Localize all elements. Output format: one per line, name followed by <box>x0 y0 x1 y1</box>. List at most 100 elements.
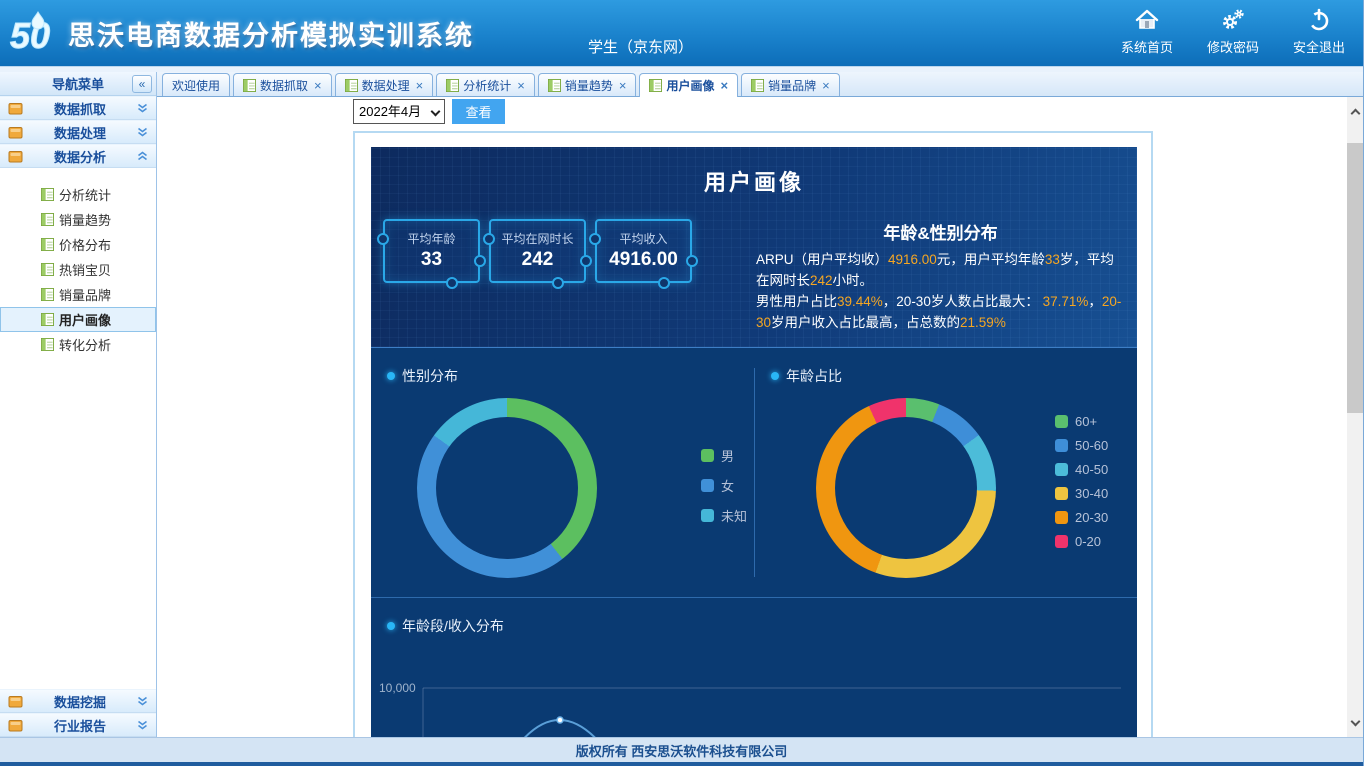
legend-item[interactable]: 未知 <box>701 506 747 525</box>
month-select[interactable]: 2022年4月 <box>353 99 445 124</box>
sidebar-spacer <box>0 367 156 689</box>
card-notch <box>552 277 564 289</box>
age-income-line-chart[interactable]: 10,000 <box>371 668 1131 737</box>
sidebar-item-sales-trend[interactable]: 销量趋势 <box>0 207 156 232</box>
sidebar-collapse-button[interactable]: « <box>132 75 152 93</box>
logout-menu-item[interactable]: 安全退出 <box>1293 6 1345 56</box>
age-chart-title: 年龄占比 <box>771 366 842 386</box>
user-profile-dashboard: 用户画像 平均年龄 33 <box>371 147 1137 737</box>
tab-close-icon[interactable]: × <box>517 79 525 92</box>
table-icon <box>41 238 54 251</box>
table-icon <box>243 79 256 92</box>
legend-item[interactable]: 50-60 <box>1055 438 1108 453</box>
sidebar-group-data-analysis[interactable]: 数据分析 <box>0 144 156 168</box>
stat-label: 平均收入 <box>597 230 690 247</box>
sidebar-item-label: 销量趋势 <box>59 210 111 229</box>
card-notch <box>377 233 389 245</box>
legend-item[interactable]: 60+ <box>1055 414 1108 429</box>
change-password-menu-label: 修改密码 <box>1207 37 1259 56</box>
sidebar-item-label: 转化分析 <box>59 335 111 354</box>
top-header: 50 思沃电商数据分析模拟实训系统 学生（京东网） 系统首页 <box>0 0 1363 66</box>
tab-label: 欢迎使用 <box>172 77 220 94</box>
folder-box-icon <box>8 101 23 116</box>
tab-data-capture[interactable]: 数据抓取 × <box>233 73 332 96</box>
legend-item[interactable]: 30-40 <box>1055 486 1108 501</box>
legend-item[interactable]: 40-50 <box>1055 462 1108 477</box>
vertical-scrollbar[interactable] <box>1347 97 1363 737</box>
table-icon <box>345 79 358 92</box>
summary-line: ARPU（用户平均收）4916.00元，用户平均年龄33岁，平均在网时长242小… <box>756 249 1125 291</box>
tab-sales-brand[interactable]: 销量品牌 × <box>741 73 840 96</box>
sidebar-group-data-mining[interactable]: 数据挖掘 <box>0 689 156 713</box>
card-notch <box>658 277 670 289</box>
sidebar-group-data-processing[interactable]: 数据处理 <box>0 120 156 144</box>
tab-analysis-stats[interactable]: 分析统计 × <box>436 73 535 96</box>
change-password-menu-item[interactable]: 修改密码 <box>1207 6 1259 56</box>
tab-close-icon[interactable]: × <box>822 79 830 92</box>
sidebar-item-price-distribution[interactable]: 价格分布 <box>0 232 156 257</box>
tab-sales-trend[interactable]: 销量趋势 × <box>538 73 637 96</box>
sidebar-group-industry-report[interactable]: 行业报告 <box>0 713 156 737</box>
chevron-double-down-icon <box>137 103 148 114</box>
stat-value: 4916.00 <box>597 249 690 271</box>
legend-swatch <box>1055 439 1068 452</box>
navigation-sidebar: 导航菜单 « 数据抓取 数据处理 数据分析 分析 <box>0 72 157 737</box>
footer: 版权所有 西安思沃软件科技有限公司 <box>0 737 1363 762</box>
table-icon <box>649 79 662 92</box>
view-button[interactable]: 查看 <box>452 99 505 124</box>
legend-swatch <box>1055 463 1068 476</box>
table-icon <box>41 313 54 326</box>
app-title: 思沃电商数据分析模拟实训系统 <box>68 14 474 53</box>
folder-box-icon <box>8 718 23 733</box>
line-point-marker <box>557 717 563 723</box>
app-logo: 50 思沃电商数据分析模拟实训系统 <box>0 6 474 60</box>
scrollbar-down-arrow[interactable] <box>1347 713 1363 733</box>
scrollbar-thumb[interactable] <box>1347 143 1363 413</box>
legend-swatch <box>1055 535 1068 548</box>
gender-donut-chart[interactable] <box>417 398 597 578</box>
card-notch <box>589 233 601 245</box>
sidebar-item-sales-brand[interactable]: 销量品牌 <box>0 282 156 307</box>
tab-close-icon[interactable]: × <box>416 79 424 92</box>
legend-swatch <box>701 509 714 522</box>
gender-chart-title: 性别分布 <box>387 366 458 386</box>
sidebar-item-hot-items[interactable]: 热销宝贝 <box>0 257 156 282</box>
chevron-double-down-icon <box>137 127 148 138</box>
sidebar-group-label: 行业报告 <box>23 716 137 735</box>
legend-item[interactable]: 0-20 <box>1055 534 1108 549</box>
legend-swatch <box>1055 415 1068 428</box>
sidebar-item-label: 热销宝贝 <box>59 260 111 279</box>
card-notch <box>580 255 592 267</box>
age-income-chart-title: 年龄段/收入分布 <box>387 616 504 636</box>
home-menu-item[interactable]: 系统首页 <box>1121 6 1173 56</box>
home-icon <box>1133 6 1161 34</box>
tab-close-icon[interactable]: × <box>314 79 322 92</box>
tab-label: 分析统计 <box>463 77 511 94</box>
legend-item[interactable]: 男 <box>701 446 747 465</box>
query-controls: 2022年4月 查看 <box>353 99 505 124</box>
stat-value: 242 <box>491 249 584 271</box>
tab-data-processing[interactable]: 数据处理 × <box>335 73 434 96</box>
legend-item[interactable]: 女 <box>701 476 747 495</box>
tab-close-icon[interactable]: × <box>720 79 728 92</box>
scrollbar-up-arrow[interactable] <box>1347 101 1363 121</box>
chevron-double-down-icon <box>137 720 148 731</box>
table-icon <box>446 79 459 92</box>
top-menu: 系统首页 修改密码 <box>1121 6 1345 56</box>
bullet-dot-icon <box>387 622 395 630</box>
sidebar-group-data-capture[interactable]: 数据抓取 <box>0 96 156 120</box>
age-chart-panel: 年龄占比 60+ 50-60 40-50 30-40 20-30 <box>755 348 1137 597</box>
tab-user-profile[interactable]: 用户画像 × <box>639 73 738 97</box>
tab-welcome[interactable]: 欢迎使用 <box>162 73 230 96</box>
stat-card-average-income: 平均收入 4916.00 <box>595 219 692 283</box>
legend-item[interactable]: 20-30 <box>1055 510 1108 525</box>
folder-box-icon <box>8 125 23 140</box>
tab-close-icon[interactable]: × <box>619 79 627 92</box>
sidebar-item-user-profile[interactable]: 用户画像 <box>0 307 156 332</box>
stat-label: 平均年龄 <box>385 230 478 247</box>
age-donut-chart[interactable] <box>816 398 996 578</box>
sidebar-item-conversion-analysis[interactable]: 转化分析 <box>0 332 156 357</box>
sidebar-item-analysis-stats[interactable]: 分析统计 <box>0 182 156 207</box>
card-notch <box>474 255 486 267</box>
card-notch <box>483 233 495 245</box>
